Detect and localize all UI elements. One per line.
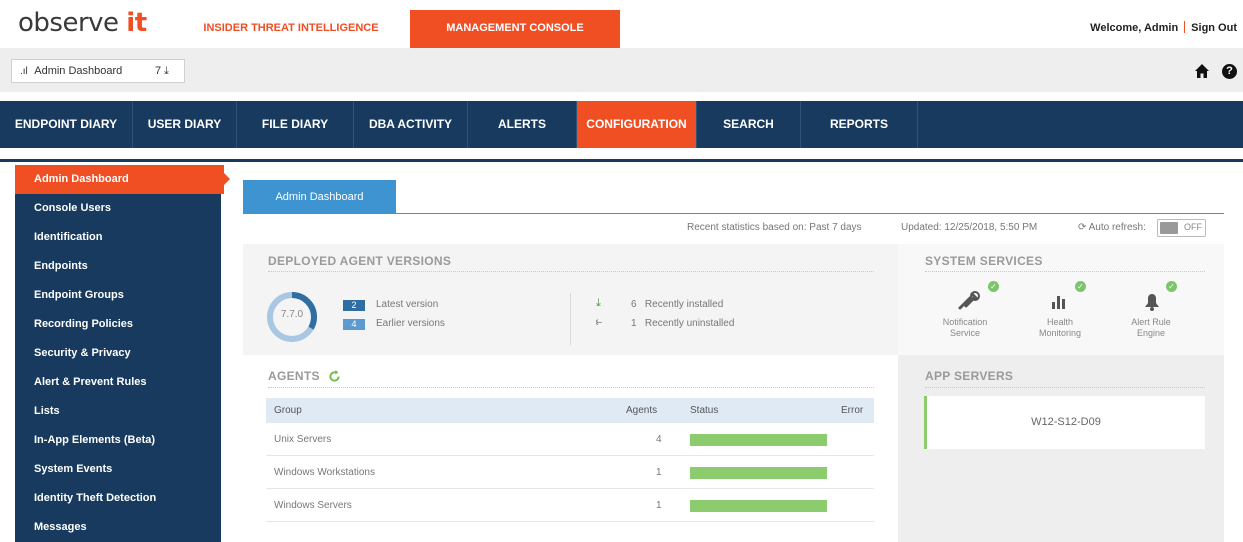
- sidebar-item-identity-theft-detection[interactable]: Identity Theft Detection: [15, 484, 221, 513]
- welcome-text: Welcome, Admin: [1090, 22, 1179, 34]
- row-group: Unix Servers: [274, 434, 332, 445]
- help-icon[interactable]: ?: [1222, 64, 1237, 79]
- updated-timestamp: Updated: 12/25/2018, 5:50 PM: [901, 222, 1038, 233]
- column-status[interactable]: Status: [690, 398, 718, 423]
- logo[interactable]: observe it: [18, 8, 147, 38]
- sign-out-link[interactable]: Sign Out: [1191, 22, 1237, 34]
- user-area: Welcome, Admin Sign Out: [1090, 21, 1237, 34]
- stats-basis-text[interactable]: Recent statistics based on: Past 7 days: [687, 222, 862, 233]
- title-divider: [268, 271, 874, 272]
- bar-chart-icon[interactable]: [1044, 286, 1074, 316]
- system-services-title: SYSTEM SERVICES: [925, 254, 1043, 268]
- sidebar-item-alert-prevent-rules[interactable]: Alert & Prevent Rules: [15, 368, 221, 397]
- table-row[interactable]: Unix Servers 4: [266, 423, 874, 456]
- auto-refresh-label: Auto refresh:: [1088, 222, 1146, 233]
- table-row[interactable]: Windows Servers 1: [266, 489, 874, 522]
- earlier-versions-label: Earlier versions: [376, 318, 445, 329]
- service-alert-rule-label: Alert Rule Engine: [1131, 317, 1171, 338]
- nav-search[interactable]: SEARCH: [697, 101, 801, 148]
- tab-underline: [243, 213, 1224, 214]
- tab-admin-dashboard[interactable]: Admin Dashboard: [243, 180, 396, 214]
- status-bar: [690, 434, 827, 446]
- nav-endpoint-diary[interactable]: ENDPOINT DIARY: [0, 101, 133, 148]
- sidebar-item-endpoints[interactable]: Endpoints: [15, 252, 221, 281]
- service-notification-label: Notification Service: [942, 317, 988, 338]
- deployed-agent-versions-title: DEPLOYED AGENT VERSIONS: [268, 254, 452, 268]
- row-group: Windows Workstations: [274, 467, 375, 478]
- earlier-versions-count: 4: [343, 319, 365, 330]
- tab-insider-threat-intelligence[interactable]: INSIDER THREAT INTELLIGENCE: [195, 10, 387, 48]
- latest-version-count: 2: [343, 300, 365, 311]
- refresh-icon[interactable]: [328, 370, 341, 383]
- bar-chart-icon: .ıl: [20, 66, 28, 77]
- sidebar-item-in-app-elements[interactable]: In-App Elements (Beta): [15, 426, 221, 455]
- dashboard-toolbar: [0, 48, 1243, 92]
- toggle-knob: [1160, 222, 1178, 234]
- sidebar-item-system-events[interactable]: System Events: [15, 455, 221, 484]
- sidebar: Admin Dashboard Console Users Identifica…: [15, 165, 230, 542]
- agents-title: AGENTS: [268, 369, 320, 383]
- recently-installed: 6 Recently installed: [631, 299, 724, 310]
- app-server-card[interactable]: W12-S12-D09: [924, 396, 1205, 449]
- auto-refresh-toggle[interactable]: OFF: [1157, 219, 1206, 237]
- service-health-label: Health Monitoring: [1038, 317, 1082, 338]
- column-agents[interactable]: Agents: [626, 398, 657, 423]
- main-nav: ENDPOINT DIARY USER DIARY FILE DIARY DBA…: [0, 101, 1243, 148]
- nav-user-diary[interactable]: USER DIARY: [133, 101, 237, 148]
- nav-divider: [0, 159, 1243, 162]
- nav-dba-activity[interactable]: DBA ACTIVITY: [354, 101, 468, 148]
- panel-divider: [570, 293, 571, 345]
- download-icon: ⤓: [596, 297, 601, 309]
- app-servers-title: APP SERVERS: [925, 369, 1014, 383]
- tools-icon[interactable]: [954, 286, 984, 316]
- divider: [1184, 21, 1186, 33]
- sidebar-item-endpoint-groups[interactable]: Endpoint Groups: [15, 281, 221, 310]
- dashboard-count: 7: [155, 65, 162, 77]
- home-icon[interactable]: [1194, 63, 1210, 79]
- nav-reports[interactable]: REPORTS: [801, 101, 918, 148]
- check-icon: ✓: [1166, 281, 1177, 292]
- row-group: Windows Servers: [274, 500, 352, 511]
- check-icon: ✓: [988, 281, 999, 292]
- dashboard-selector-label: Admin Dashboard: [34, 65, 123, 77]
- refresh-clock-icon: ⟳: [1078, 222, 1087, 233]
- toggle-state: OFF: [1184, 222, 1202, 232]
- agents-table-header: Group Agents Status Error: [266, 398, 874, 423]
- check-icon: ✓: [1075, 281, 1086, 292]
- sidebar-item-recording-policies[interactable]: Recording Policies: [15, 310, 221, 339]
- title-divider: [268, 387, 874, 388]
- nav-configuration[interactable]: CONFIGURATION: [577, 101, 697, 148]
- table-row[interactable]: Windows Workstations 1: [266, 456, 874, 489]
- dashboard-selector[interactable]: .ıl Admin Dashboard 7 ⤓: [11, 59, 185, 83]
- app-server-name: W12-S12-D09: [1031, 416, 1101, 428]
- recently-uninstalled: 1 Recently uninstalled: [631, 318, 735, 329]
- sidebar-item-admin-dashboard[interactable]: Admin Dashboard: [15, 165, 230, 194]
- title-divider: [925, 387, 1205, 388]
- nav-alerts[interactable]: ALERTS: [468, 101, 577, 148]
- row-agents-count: 4: [656, 434, 662, 445]
- row-agents-count: 1: [656, 467, 662, 478]
- status-bar: [690, 500, 827, 512]
- title-divider: [925, 271, 1205, 272]
- nav-file-diary[interactable]: FILE DIARY: [237, 101, 354, 148]
- status-bar: [690, 467, 827, 479]
- tab-management-console[interactable]: MANAGEMENT CONSOLE: [410, 10, 620, 48]
- sidebar-item-console-users[interactable]: Console Users: [15, 194, 221, 223]
- column-error[interactable]: Error: [841, 398, 863, 423]
- current-version-label: 7.7.0: [280, 309, 304, 320]
- auto-refresh: ⟳ Auto refresh:: [1078, 222, 1146, 233]
- sidebar-item-messages[interactable]: Messages: [15, 513, 221, 542]
- download-icon[interactable]: ⤓: [164, 60, 169, 82]
- sidebar-item-lists[interactable]: Lists: [15, 397, 221, 426]
- latest-version-label: Latest version: [376, 299, 439, 310]
- uninstall-icon: ⥼: [596, 316, 603, 328]
- row-agents-count: 1: [656, 500, 662, 511]
- sidebar-item-identification[interactable]: Identification: [15, 223, 221, 252]
- bell-icon[interactable]: [1137, 286, 1167, 316]
- column-group[interactable]: Group: [274, 398, 302, 423]
- top-header: observe it INSIDER THREAT INTELLIGENCE M…: [0, 0, 1243, 48]
- sidebar-item-security-privacy[interactable]: Security & Privacy: [15, 339, 221, 368]
